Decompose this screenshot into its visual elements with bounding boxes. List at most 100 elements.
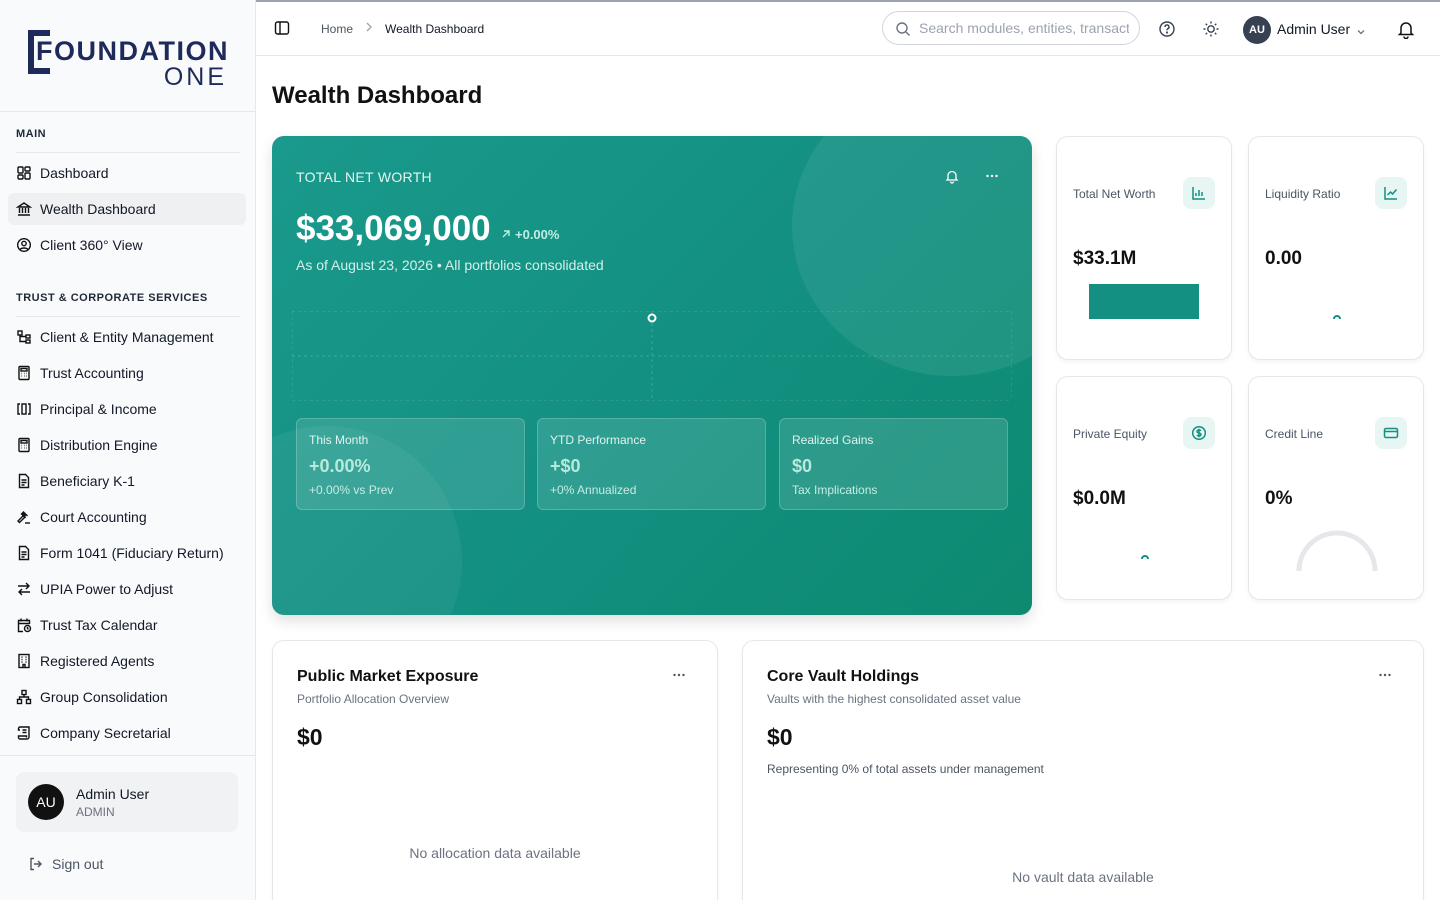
kpi-value: 0% (1265, 488, 1293, 509)
sidebar-item-label: Trust Accounting (40, 365, 144, 381)
top-bar: Home Wealth Dashboard AU Admin User (256, 0, 1440, 56)
sidebar-item-court-accounting[interactable]: Court Accounting (8, 501, 246, 533)
sidebar-item-wealth-dashboard[interactable]: Wealth Dashboard (8, 193, 246, 225)
empty-state-message: No allocation data available (409, 845, 581, 861)
net-worth-hero-card: TOTAL NET WORTH $33,069,000 +0.00% As of… (272, 136, 1032, 615)
sidebar-item-beneficiary-k1[interactable]: Beneficiary K-1 (8, 465, 246, 497)
stat-value: +$0 (550, 456, 581, 476)
alert-bell-icon[interactable] (944, 168, 960, 189)
sidebar-user-card[interactable]: AU Admin User ADMIN (16, 772, 238, 832)
sidebar-item-label: UPIA Power to Adjust (40, 581, 174, 597)
kpi-card-credit-line[interactable]: Credit Line 0% (1248, 376, 1424, 600)
sidebar-item-client-entity-management[interactable]: Client & Entity Management (8, 321, 246, 353)
card-value: $0 (297, 724, 323, 750)
sidebar-item-trust-accounting[interactable]: Trust Accounting (8, 357, 246, 389)
breadcrumb-home[interactable]: Home (321, 22, 353, 36)
sign-out-label: Sign out (52, 856, 104, 872)
sidebar-item-label: Client & Entity Management (40, 329, 214, 345)
sidebar-item-principal-income[interactable]: Principal & Income (8, 393, 246, 425)
line-chart-icon (1375, 177, 1407, 209)
header-user-name[interactable]: Admin User (1277, 21, 1350, 37)
search-icon (896, 22, 910, 36)
kpi-title: Private Equity (1073, 427, 1148, 441)
kpi-title: Liquidity Ratio (1265, 187, 1341, 201)
split-columns-icon (16, 401, 32, 417)
sign-out-icon (30, 857, 42, 871)
user-circle-icon (16, 237, 32, 253)
hero-delta: +0.00% (500, 227, 559, 242)
more-options-icon[interactable] (1377, 667, 1393, 688)
stat-realized-gains: Realized Gains $0 Tax Implications (779, 418, 1008, 510)
gavel-icon (16, 509, 32, 525)
kpi-title: Credit Line (1265, 427, 1324, 441)
chevron-down-icon[interactable] (1356, 24, 1366, 42)
sidebar-toggle-icon[interactable] (274, 20, 290, 41)
calculator-icon (16, 365, 32, 381)
sidebar-item-label: Form 1041 (Fiduciary Return) (40, 545, 224, 561)
stat-ytd-performance: YTD Performance +$0 +0% Annualized (537, 418, 766, 510)
hero-as-of: As of August 23, 2026 • All portfolios c… (296, 257, 604, 273)
card-subtitle: Vaults with the highest consolidated ass… (767, 692, 1021, 706)
hero-label: TOTAL NET WORTH (296, 169, 432, 185)
kpi-card-liquidity-ratio[interactable]: Liquidity Ratio 0.00 (1248, 136, 1424, 360)
sidebar-item-label: Court Accounting (40, 509, 147, 525)
search-input[interactable] (919, 18, 1129, 38)
sidebar-item-label: Distribution Engine (40, 437, 158, 453)
chart-data-point[interactable] (647, 313, 657, 323)
kpi-card-private-equity[interactable]: Private Equity $0.0M (1056, 376, 1232, 600)
kpi-mini-bar (1089, 284, 1199, 319)
notifications-bell-icon[interactable] (1396, 19, 1416, 44)
page-title: Wealth Dashboard (272, 82, 483, 109)
public-market-exposure-card: Public Market Exposure Portfolio Allocat… (272, 640, 718, 900)
user-role: ADMIN (76, 805, 115, 819)
stat-subtext: Tax Implications (792, 483, 878, 497)
sign-out-button[interactable]: Sign out (28, 856, 103, 872)
sidebar-item-company-secretarial[interactable]: Company Secretarial (8, 717, 246, 749)
calendar-clock-icon (16, 617, 32, 633)
hero-value: $33,069,000 (296, 209, 491, 248)
sidebar-item-registered-agents[interactable]: Registered Agents (8, 645, 246, 677)
dollar-circle-icon (1183, 417, 1215, 449)
user-name: Admin User (76, 786, 150, 802)
document-icon (16, 473, 32, 489)
sidebar-item-label: Registered Agents (40, 653, 155, 669)
help-icon[interactable] (1158, 20, 1176, 43)
theme-toggle-sun-icon[interactable] (1202, 20, 1220, 43)
network-icon (16, 689, 32, 705)
credit-card-icon (1375, 417, 1407, 449)
breadcrumb-separator-icon (364, 21, 374, 36)
bank-icon (16, 201, 32, 217)
empty-state-message: No vault data available (1012, 869, 1154, 885)
hierarchy-icon (16, 329, 32, 345)
sidebar-item-label: Dashboard (40, 165, 109, 181)
sidebar-item-group-consolidation[interactable]: Group Consolidation (8, 681, 246, 713)
sidebar: FOUNDATION ONE MAIN Dashboard Wealth Das… (0, 0, 256, 900)
kpi-title: Total Net Worth (1073, 187, 1156, 201)
more-options-icon[interactable] (984, 168, 1000, 189)
header-avatar[interactable]: AU (1243, 16, 1271, 44)
credit-utilization-gauge (1296, 530, 1378, 572)
sidebar-item-distribution-engine[interactable]: Distribution Engine (8, 429, 246, 461)
card-value: $0 (767, 724, 793, 750)
scroll-icon (16, 725, 32, 741)
more-options-icon[interactable] (671, 667, 687, 688)
sidebar-item-upia-power[interactable]: UPIA Power to Adjust (8, 573, 246, 605)
building-icon (16, 653, 32, 669)
core-vault-holdings-card: Core Vault Holdings Vaults with the high… (742, 640, 1424, 900)
hero-delta-value: +0.00% (515, 227, 560, 242)
sidebar-item-label: Group Consolidation (40, 689, 168, 705)
card-representing-text: Representing 0% of total assets under ma… (767, 762, 1044, 776)
sidebar-item-dashboard[interactable]: Dashboard (8, 157, 246, 189)
kpi-value: $0.0M (1073, 488, 1126, 509)
app-logo[interactable]: FOUNDATION ONE (0, 0, 255, 112)
dashboard-grid-icon (16, 165, 32, 181)
document-icon (16, 545, 32, 561)
logo-word-one: ONE (163, 63, 227, 91)
sidebar-item-client-360[interactable]: Client 360° View (8, 229, 246, 261)
sidebar-item-trust-tax-calendar[interactable]: Trust Tax Calendar (8, 609, 246, 641)
section-title-trust: TRUST & CORPORATE SERVICES (16, 292, 208, 304)
sidebar-item-form-1041[interactable]: Form 1041 (Fiduciary Return) (8, 537, 246, 569)
kpi-card-total-net-worth[interactable]: Total Net Worth $33.1M (1056, 136, 1232, 360)
global-search[interactable] (882, 11, 1140, 45)
breadcrumb-current: Wealth Dashboard (385, 22, 485, 36)
